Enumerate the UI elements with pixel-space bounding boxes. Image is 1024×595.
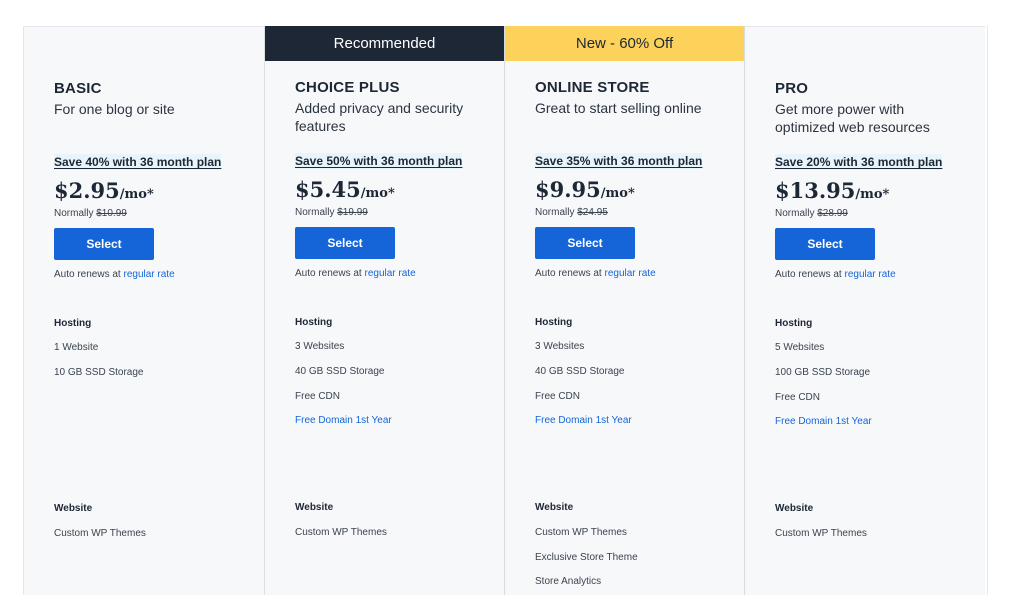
plan-price: $2.95/mo* bbox=[54, 178, 154, 203]
price-amount: $13.95 bbox=[775, 178, 856, 203]
hosting-title: Hosting bbox=[535, 317, 573, 328]
normal-price: Normally $24.95 bbox=[535, 207, 608, 218]
feature-item: 100 GB SSD Storage bbox=[775, 367, 871, 378]
regular-rate-link[interactable]: regular rate bbox=[845, 269, 896, 280]
website-title: Website bbox=[295, 502, 334, 513]
recommended-banner: Recommended bbox=[265, 26, 504, 61]
plan-name: PRO bbox=[775, 80, 809, 97]
price-amount: $5.45 bbox=[295, 177, 361, 202]
discount-banner: New - 60% Off bbox=[505, 26, 744, 61]
normally-price: $28.99 bbox=[817, 208, 848, 219]
feature-item: Custom WP Themes bbox=[535, 527, 627, 538]
renew-note: Auto renews at regular rate bbox=[775, 269, 896, 280]
plan-price: $5.45/mo* bbox=[295, 177, 395, 202]
normally-price: $19.99 bbox=[337, 207, 368, 218]
feature-item: Custom WP Themes bbox=[54, 528, 146, 539]
renew-note: Auto renews at regular rate bbox=[54, 269, 175, 280]
feature-item: 3 Websites bbox=[535, 341, 585, 352]
feature-item: Free CDN bbox=[535, 391, 581, 402]
renew-text: Auto renews at bbox=[295, 268, 362, 279]
normally-price: $24.95 bbox=[577, 207, 608, 218]
website-title: Website bbox=[775, 503, 814, 514]
hosting-title: Hosting bbox=[775, 318, 813, 329]
feature-item: Custom WP Themes bbox=[775, 528, 867, 539]
price-suffix: /mo* bbox=[119, 187, 154, 202]
feature-item: 10 GB SSD Storage bbox=[54, 367, 144, 378]
renew-text: Auto renews at bbox=[775, 269, 842, 280]
regular-rate-link[interactable]: regular rate bbox=[605, 268, 656, 279]
normally-label: Normally bbox=[295, 207, 335, 218]
pricing-table: BASIC For one blog or site Save 40% with… bbox=[23, 26, 988, 595]
feature-item: 1 Website bbox=[54, 342, 99, 353]
feature-item: 40 GB SSD Storage bbox=[295, 366, 385, 377]
renew-note: Auto renews at regular rate bbox=[295, 268, 416, 279]
feature-item: 5 Websites bbox=[775, 342, 825, 353]
plan-description: Great to start selling online bbox=[535, 100, 702, 116]
feature-item: Exclusive Store Theme bbox=[535, 552, 638, 563]
feature-item: 3 Websites bbox=[295, 341, 345, 352]
feature-link[interactable]: Free Domain 1st Year bbox=[775, 416, 872, 427]
normal-price: Normally $10.99 bbox=[54, 208, 127, 219]
feature-link[interactable]: Free Domain 1st Year bbox=[295, 415, 392, 426]
price-suffix: /mo* bbox=[600, 186, 635, 201]
plan-description: Added privacy and security features bbox=[295, 100, 464, 134]
plan-name: CHOICE PLUS bbox=[295, 79, 400, 96]
plan-description: Get more power with optimized web resour… bbox=[775, 101, 930, 135]
regular-rate-link[interactable]: regular rate bbox=[124, 269, 175, 280]
website-title: Website bbox=[54, 503, 93, 514]
normally-price: $10.99 bbox=[96, 208, 127, 219]
plan-description: For one blog or site bbox=[54, 101, 175, 117]
plan-name: ONLINE STORE bbox=[535, 79, 650, 96]
regular-rate-link[interactable]: regular rate bbox=[365, 268, 416, 279]
plan-card-pro: PRO Get more power with optimized web re… bbox=[745, 26, 985, 595]
save-offer-link[interactable]: Save 50% with 36 month plan bbox=[295, 153, 463, 169]
feature-item: 40 GB SSD Storage bbox=[535, 366, 625, 377]
renew-note: Auto renews at regular rate bbox=[535, 268, 656, 279]
save-offer-link[interactable]: Save 40% with 36 month plan bbox=[54, 154, 222, 170]
plan-card-basic: BASIC For one blog or site Save 40% with… bbox=[24, 26, 265, 595]
select-button[interactable]: Select bbox=[775, 228, 875, 260]
select-button[interactable]: Select bbox=[535, 227, 635, 259]
feature-item: Free CDN bbox=[295, 391, 341, 402]
normally-label: Normally bbox=[54, 208, 94, 219]
save-offer-link[interactable]: Save 35% with 36 month plan bbox=[535, 153, 703, 169]
plan-price: $9.95/mo* bbox=[535, 177, 635, 202]
plan-price: $13.95/mo* bbox=[775, 178, 889, 203]
price-amount: $2.95 bbox=[54, 178, 120, 203]
price-suffix: /mo* bbox=[855, 187, 890, 202]
website-title: Website bbox=[535, 502, 574, 513]
normally-label: Normally bbox=[535, 207, 575, 218]
feature-item: Store Analytics bbox=[535, 576, 602, 587]
normal-price: Normally $19.99 bbox=[295, 207, 368, 218]
select-button[interactable]: Select bbox=[54, 228, 154, 260]
save-offer-link[interactable]: Save 20% with 36 month plan bbox=[775, 154, 943, 170]
renew-text: Auto renews at bbox=[54, 269, 121, 280]
feature-item: Free CDN bbox=[775, 392, 821, 403]
renew-text: Auto renews at bbox=[535, 268, 602, 279]
hosting-title: Hosting bbox=[54, 318, 92, 329]
plan-card-choice-plus: Recommended CHOICE PLUS Added privacy an… bbox=[265, 26, 505, 595]
normally-label: Normally bbox=[775, 208, 815, 219]
select-button[interactable]: Select bbox=[295, 227, 395, 259]
normal-price: Normally $28.99 bbox=[775, 208, 848, 219]
feature-item: Custom WP Themes bbox=[295, 527, 387, 538]
plan-name: BASIC bbox=[54, 80, 102, 97]
price-amount: $9.95 bbox=[535, 177, 601, 202]
price-suffix: /mo* bbox=[360, 186, 395, 201]
feature-link[interactable]: Free Domain 1st Year bbox=[535, 415, 632, 426]
plan-card-online-store: New - 60% Off ONLINE STORE Great to star… bbox=[505, 26, 745, 595]
hosting-title: Hosting bbox=[295, 317, 333, 328]
